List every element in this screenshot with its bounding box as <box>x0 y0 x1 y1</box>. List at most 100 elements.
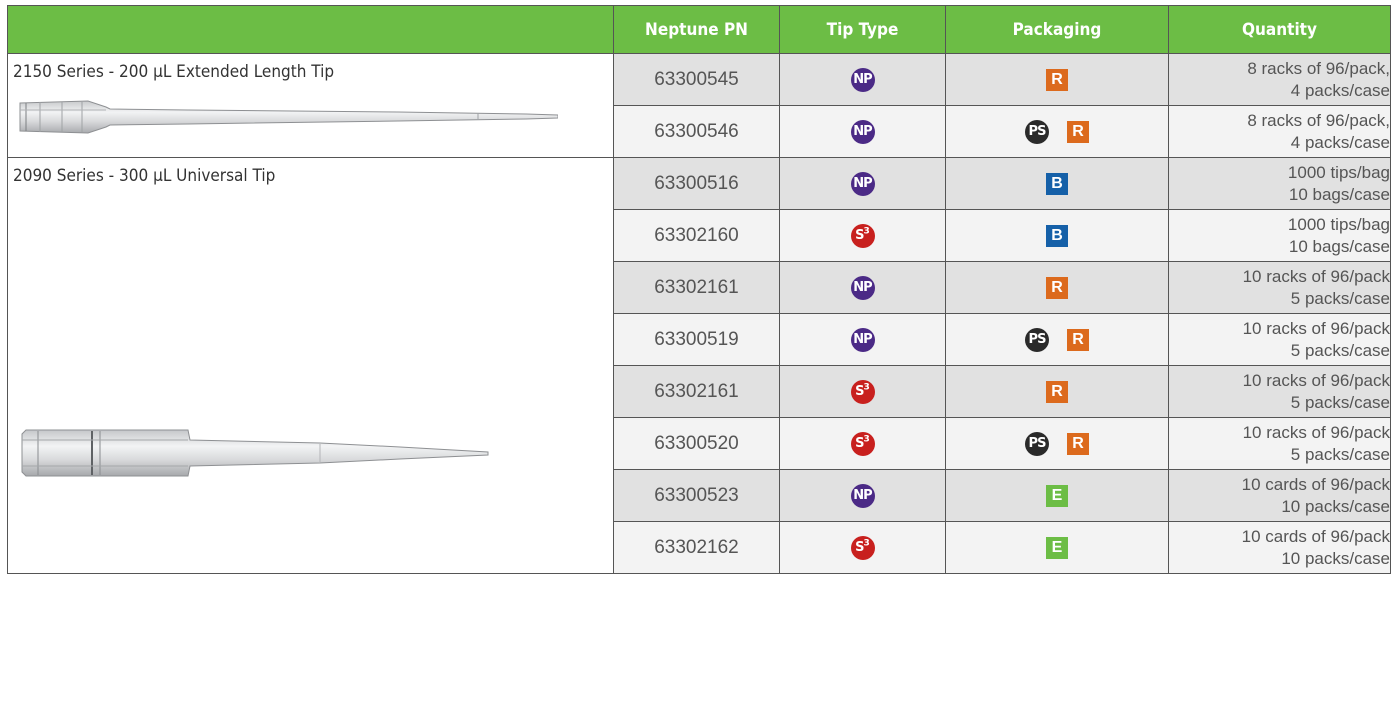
packaging-cell: E <box>945 469 1169 522</box>
quantity-line-2: 10 packs/case <box>1281 496 1390 516</box>
tip-type-label: NP <box>853 279 872 295</box>
tip-type-cell: S3 <box>779 365 946 418</box>
quantity-line-1: 10 cards of 96/pack <box>1241 526 1390 546</box>
packaging-cell: R <box>945 261 1169 314</box>
quantity-line-1: 10 racks of 96/pack <box>1242 318 1390 338</box>
packaging-cell: PS R <box>945 313 1169 366</box>
tip-type-cell: NP <box>779 53 946 106</box>
packaging-cell: R <box>945 365 1169 418</box>
tip-type-cell: S3 <box>779 521 946 574</box>
product-table: Neptune PN Tip Type Packaging Quantity 2… <box>7 5 1391 574</box>
quantity-line-1: 1000 tips/bag <box>1287 214 1390 234</box>
s3-tip-icon: S3 <box>850 535 875 560</box>
product-cell-2150: 2150 Series - 200 µL Extended Length Tip <box>7 53 614 158</box>
part-number: 63300545 <box>613 53 780 106</box>
quantity-cell: 10 cards of 96/pack 10 packs/case <box>1168 469 1391 522</box>
tip-type-cell: NP <box>779 105 946 158</box>
packaging-cell: E <box>945 521 1169 574</box>
easy-load-packaging-icon: E <box>1046 536 1068 559</box>
quantity-cell: 10 racks of 96/pack 5 packs/case <box>1168 417 1391 470</box>
bag-packaging-icon: B <box>1046 224 1068 247</box>
s3-tip-icon: S3 <box>850 223 875 248</box>
header-tip-type: Tip Type <box>779 5 946 54</box>
part-number: 63302160 <box>613 209 780 262</box>
ps-material-icon: PS <box>1025 119 1049 144</box>
quantity-line-2: 4 packs/case <box>1290 132 1390 152</box>
part-number: 63302161 <box>613 365 780 418</box>
bag-packaging-icon: B <box>1046 172 1068 195</box>
header-quantity: Quantity <box>1168 5 1391 54</box>
np-tip-icon: NP <box>850 119 875 144</box>
tip-type-superscript: 3 <box>863 382 870 393</box>
product-title: 2090 Series - 300 µL Universal Tip <box>13 166 276 186</box>
np-tip-icon: NP <box>850 275 875 300</box>
np-tip-icon: NP <box>850 483 875 508</box>
rack-packaging-icon: R <box>1046 276 1068 299</box>
tip-type-label: S <box>855 227 864 243</box>
quantity-cell: 10 racks of 96/pack 5 packs/case <box>1168 261 1391 314</box>
quantity-line-1: 10 racks of 96/pack <box>1242 370 1390 390</box>
tip-type-label: NP <box>853 487 872 503</box>
rack-packaging-icon: R <box>1046 68 1068 91</box>
tip-type-label: S <box>855 383 864 399</box>
quantity-line-2: 10 packs/case <box>1281 548 1390 568</box>
quantity-line-2: 4 packs/case <box>1290 80 1390 100</box>
quantity-cell: 1000 tips/bag 10 bags/case <box>1168 157 1391 210</box>
quantity-cell: 10 racks of 96/pack 5 packs/case <box>1168 313 1391 366</box>
packaging-cell: PS R <box>945 105 1169 158</box>
quantity-line-2: 10 bags/case <box>1288 236 1390 256</box>
header-packaging: Packaging <box>945 5 1169 54</box>
tip-type-cell: NP <box>779 157 946 210</box>
table-row: 2090 Series - 300 µL Universal Tip 63300… <box>7 157 1391 574</box>
ps-material-icon: PS <box>1025 327 1049 352</box>
rack-packaging-icon: R <box>1067 432 1089 455</box>
tip-type-superscript: 3 <box>863 538 870 549</box>
tip-type-label: NP <box>853 123 872 139</box>
np-tip-icon: NP <box>850 171 875 196</box>
pipette-tip-200ul-image <box>19 100 558 134</box>
product-cell-2090: 2090 Series - 300 µL Universal Tip <box>7 157 614 574</box>
easy-load-packaging-icon: E <box>1046 484 1068 507</box>
quantity-line-1: 8 racks of 96/pack, <box>1247 110 1390 130</box>
part-number: 63302161 <box>613 261 780 314</box>
tip-type-cell: NP <box>779 313 946 366</box>
rack-packaging-icon: R <box>1067 328 1089 351</box>
part-number: 63300523 <box>613 469 780 522</box>
tip-type-label: NP <box>853 331 872 347</box>
tip-type-label: NP <box>853 175 872 191</box>
quantity-cell: 8 racks of 96/pack, 4 packs/case <box>1168 53 1391 106</box>
tip-type-superscript: 3 <box>863 226 870 237</box>
quantity-line-2: 5 packs/case <box>1290 444 1390 464</box>
tip-type-superscript: 3 <box>863 434 870 445</box>
packaging-cell: B <box>945 157 1169 210</box>
quantity-line-2: 5 packs/case <box>1290 340 1390 360</box>
part-number: 63300546 <box>613 105 780 158</box>
quantity-cell: 10 racks of 96/pack 5 packs/case <box>1168 365 1391 418</box>
part-number: 63300520 <box>613 417 780 470</box>
s3-tip-icon: S3 <box>850 431 875 456</box>
quantity-line-2: 5 packs/case <box>1290 392 1390 412</box>
tip-type-cell: S3 <box>779 209 946 262</box>
tip-type-label: S <box>855 435 864 451</box>
ps-material-icon: PS <box>1025 431 1049 456</box>
np-tip-icon: NP <box>850 67 875 92</box>
table-header-row: Neptune PN Tip Type Packaging Quantity <box>7 5 1391 54</box>
part-number: 63300519 <box>613 313 780 366</box>
tip-type-cell: S3 <box>779 417 946 470</box>
tip-type-label: NP <box>853 71 872 87</box>
rack-packaging-icon: R <box>1046 380 1068 403</box>
part-number: 63300516 <box>613 157 780 210</box>
quantity-cell: 10 cards of 96/pack 10 packs/case <box>1168 521 1391 574</box>
quantity-line-1: 8 racks of 96/pack, <box>1247 58 1390 78</box>
s3-tip-icon: S3 <box>850 379 875 404</box>
header-blank <box>7 5 614 54</box>
tip-type-cell: NP <box>779 469 946 522</box>
quantity-cell: 8 racks of 96/pack, 4 packs/case <box>1168 105 1391 158</box>
quantity-line-1: 10 cards of 96/pack <box>1241 474 1390 494</box>
tip-type-cell: NP <box>779 261 946 314</box>
packaging-cell: B <box>945 209 1169 262</box>
packaging-cell: PS R <box>945 417 1169 470</box>
header-neptune-pn: Neptune PN <box>613 5 780 54</box>
quantity-line-1: 10 racks of 96/pack <box>1242 422 1390 442</box>
pipette-tip-300ul-image <box>21 429 489 477</box>
